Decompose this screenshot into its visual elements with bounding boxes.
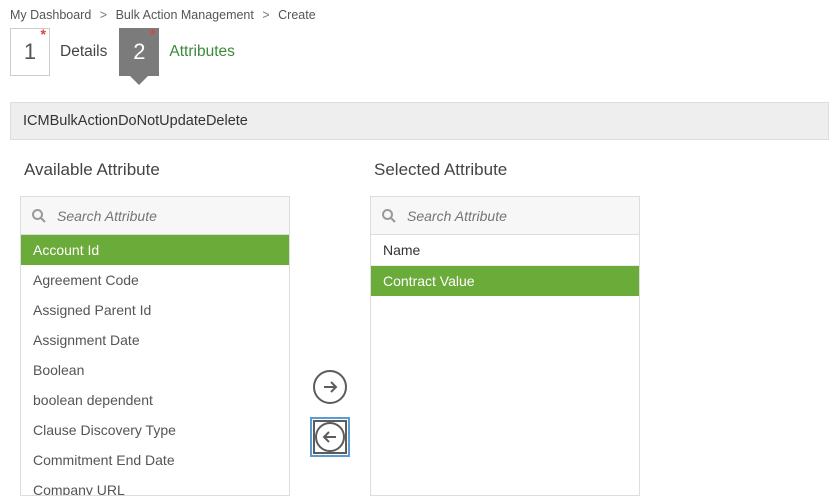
list-item[interactable]: Account Id [21,235,289,265]
list-item[interactable]: Commitment End Date [21,445,289,475]
wizard-step-label: Details [50,43,119,61]
breadcrumb: My Dashboard > Bulk Action Management > … [0,0,839,28]
list-item[interactable]: boolean dependent [21,385,289,415]
search-icon [381,208,397,224]
move-left-button[interactable] [313,420,347,454]
available-panel-title: Available Attribute [24,160,290,180]
wizard-step-number-text: 2 [133,39,145,65]
selected-attribute-list[interactable]: Name Contract Value [370,234,640,496]
breadcrumb-separator: > [100,8,107,22]
list-item[interactable]: Clause Discovery Type [21,415,289,445]
wizard-step-number-text: 1 [24,39,36,65]
breadcrumb-separator: > [262,8,269,22]
selected-search-input[interactable] [405,207,629,225]
available-attribute-list[interactable]: Account Id Agreement Code Assigned Paren… [20,234,290,496]
available-attribute-panel: Available Attribute Account Id Agreement… [20,160,290,496]
available-search-wrap [20,196,290,234]
available-search-input[interactable] [55,207,279,225]
required-asterisk-icon: * [41,26,46,42]
page-title-bar: ICMBulkActionDoNotUpdateDelete [10,102,829,140]
wizard-steps: 1 * Details 2 * Attributes [0,28,839,90]
selected-attribute-panel: Selected Attribute Name Contract Value [370,160,640,496]
wizard-step-details[interactable]: 1 * Details [10,28,119,76]
arrow-left-icon [321,428,339,446]
required-asterisk-icon: * [150,26,155,42]
list-item[interactable]: Contract Value [371,266,639,296]
chevron-down-icon [129,75,149,85]
arrow-right-icon [321,378,339,396]
breadcrumb-item-create: Create [278,8,316,22]
selected-search-wrap [370,196,640,234]
wizard-step-label: Attributes [159,43,246,61]
transfer-controls [290,160,370,454]
wizard-step-number: 2 * [119,28,159,76]
list-item[interactable]: Boolean [21,355,289,385]
page-title: ICMBulkActionDoNotUpdateDelete [23,113,248,129]
selected-panel-title: Selected Attribute [374,160,640,180]
wizard-step-number: 1 * [10,28,50,76]
list-item[interactable]: Assigned Parent Id [21,295,289,325]
breadcrumb-item-dashboard[interactable]: My Dashboard [10,8,91,22]
list-item[interactable]: Company URL [21,475,289,496]
move-right-button[interactable] [313,370,347,404]
wizard-step-attributes[interactable]: 2 * Attributes [119,28,246,76]
breadcrumb-item-bulk-action[interactable]: Bulk Action Management [116,8,254,22]
list-item[interactable]: Agreement Code [21,265,289,295]
attribute-panels: Available Attribute Account Id Agreement… [0,140,839,496]
list-item[interactable]: Assignment Date [21,325,289,355]
selected-list-header: Name [371,235,639,266]
search-icon [31,208,47,224]
